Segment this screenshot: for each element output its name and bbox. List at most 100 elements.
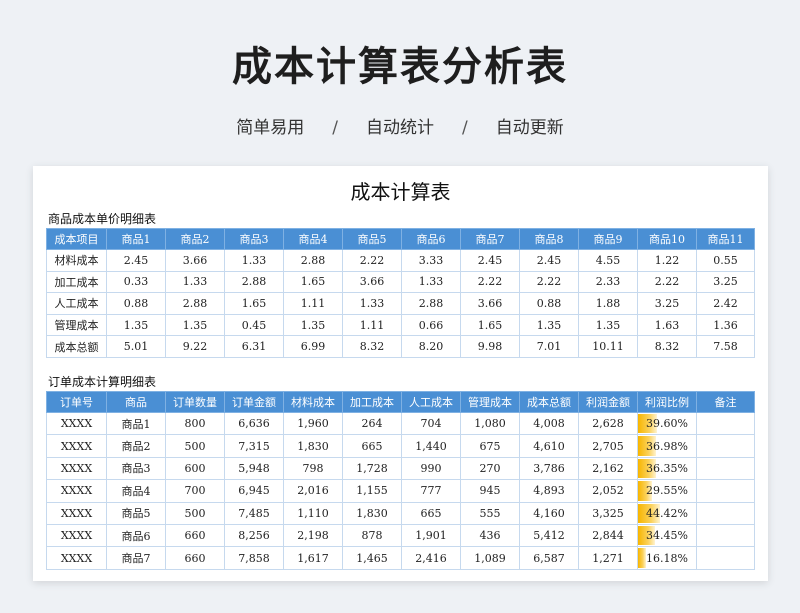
table-cell: 3.66 [342, 270, 402, 294]
table-cell: 1,617 [283, 546, 343, 570]
table-cell: 7.58 [696, 335, 755, 358]
profit-ratio-text: 39.60% [646, 417, 688, 431]
table-row: 人工成本 0.88 2.88 1.65 1.11 1.33 2.88 3.66 0.88 1.88… [46, 292, 755, 315]
row-label-cell: 材料成本 [46, 249, 107, 272]
table-cell: 商品2 [106, 434, 166, 458]
table-cell: 商品7 [106, 546, 166, 570]
page-title: 成本计算表分析表 [232, 44, 568, 90]
table-cell: 2.45 [460, 249, 520, 272]
column-header: 商品11 [696, 228, 755, 250]
table-row: XXXX 商品7 660 7,858 1,617 1,465 2,416 1,089 6,587… [46, 546, 755, 570]
row-label-cell: 加工成本 [46, 270, 107, 294]
table-cell: 800 [165, 411, 225, 436]
table-row: 管理成本 1.35 1.35 0.45 1.35 1.11 0.66 1.65 1.35 1.35… [46, 313, 755, 337]
row-label-cell: 管理成本 [46, 313, 107, 337]
table-cell: 1.35 [283, 313, 343, 337]
note-cell [696, 479, 755, 503]
table-cell: 1.35 [165, 313, 225, 337]
unit-cost-table: 成本项目 商品1 商品2 商品3 商品4 商品5 商品6 商品7 商品8 商品9 商品10 商品11 … [46, 228, 755, 358]
tag-auto-update: 自动更新 [495, 118, 564, 138]
tag-separator: / [332, 118, 338, 138]
table-row: XXXX 商品4 700 6,945 2,016 1,155 777 945 4,893 2,05… [46, 479, 755, 503]
table-cell: 1,830 [283, 434, 343, 458]
table-row: XXXX 商品1 800 6,636 1,960 264 704 1,080 4,008 2,62… [46, 411, 755, 436]
table-cell: 1,830 [342, 501, 402, 525]
table-cell: 4.55 [578, 249, 638, 272]
table-cell: 7,485 [224, 501, 284, 525]
feature-tags: 简单易用 / 自动统计 / 自动更新 [0, 113, 800, 138]
column-header: 商品 [106, 391, 166, 413]
table-cell: 2.22 [519, 270, 579, 294]
table-cell: 1,960 [283, 411, 343, 436]
table-cell: 1.88 [578, 292, 638, 315]
table-cell: 6,587 [519, 546, 579, 570]
table-cell: 3.66 [460, 292, 520, 315]
table-cell: 1.65 [460, 313, 520, 337]
column-header: 利润金额 [578, 391, 638, 413]
table-cell: XXXX [46, 456, 107, 481]
table-cell: 1.35 [578, 313, 638, 337]
table-cell: 5,948 [224, 456, 284, 481]
note-cell [696, 456, 755, 481]
table-cell: 8.32 [637, 335, 697, 358]
table-row: XXXX 商品6 660 8,256 2,198 878 1,901 436 5,412 2,84… [46, 523, 755, 548]
table-cell: 500 [165, 434, 225, 458]
column-header: 材料成本 [283, 391, 343, 413]
table-cell: XXXX [46, 501, 107, 525]
column-header: 人工成本 [401, 391, 461, 413]
table-cell: 3,325 [578, 501, 638, 525]
table-cell: 8.20 [401, 335, 461, 358]
order-header-row: 订单号 商品 订单数量 订单金额 材料成本 加工成本 人工成本 管理成本 成本总额 利润金额 利润比… [46, 391, 755, 413]
table-cell: 5.01 [106, 335, 166, 358]
table-cell: 1,110 [283, 501, 343, 525]
column-header: 商品2 [165, 228, 225, 250]
table-cell: 2.45 [106, 249, 166, 272]
table-cell: 2,198 [283, 523, 343, 548]
table-row: XXXX 商品5 500 7,485 1,110 1,830 665 555 4,160 3,32… [46, 501, 755, 525]
table-cell: 7,858 [224, 546, 284, 570]
table-cell: 1.35 [519, 313, 579, 337]
table-cell: 9.98 [460, 335, 520, 358]
table-cell: 4,893 [519, 479, 579, 503]
tag-auto-stat: 自动统计 [366, 118, 434, 138]
table-cell: 1.65 [224, 292, 284, 315]
profit-ratio-cell: 44.42% [637, 501, 697, 525]
table-row: 加工成本 0.33 1.33 2.88 1.65 3.66 1.33 2.22 2.22 2.33… [46, 270, 755, 294]
table-cell: 2.45 [519, 249, 579, 272]
table-cell: 0.33 [106, 270, 166, 294]
unit-cost-section-label: 商品成本单价明细表 [48, 212, 157, 226]
table-cell: 2,016 [283, 479, 343, 503]
column-header: 商品3 [224, 228, 284, 250]
column-header: 商品5 [342, 228, 402, 250]
table-row: XXXX 商品3 600 5,948 798 1,728 990 270 3,786 2,162 3… [46, 456, 755, 481]
table-cell: 2,416 [401, 546, 461, 570]
table-cell: 704 [401, 411, 461, 436]
table-cell: 2,705 [578, 434, 638, 458]
table-cell: 2.88 [224, 270, 284, 294]
table-cell: 436 [460, 523, 520, 548]
note-cell [696, 501, 755, 525]
table-cell: 2.22 [460, 270, 520, 294]
order-cost-table: 订单号 商品 订单数量 订单金额 材料成本 加工成本 人工成本 管理成本 成本总额 利润金额 利润比… [46, 391, 755, 570]
column-header: 商品10 [637, 228, 697, 250]
table-cell: 2.22 [637, 270, 697, 294]
table-cell: 1,080 [460, 411, 520, 436]
table-cell: 商品6 [106, 523, 166, 548]
row-label-cell: 人工成本 [46, 292, 107, 315]
table-row: 成本总额 5.01 9.22 6.31 6.99 8.32 8.20 9.98 7.01 10.1… [46, 335, 755, 358]
note-cell [696, 546, 755, 570]
table-cell: 1.33 [224, 249, 284, 272]
table-cell: 商品3 [106, 456, 166, 481]
column-header: 成本项目 [46, 228, 107, 250]
table-cell: 8,256 [224, 523, 284, 548]
spreadsheet-preview: 成本计算表 商品成本单价明细表 成本项目 商品1 商品2 商品3 商品4 商品5 商品6 商品… [33, 166, 768, 581]
tag-separator: / [462, 118, 468, 138]
column-header: 商品6 [401, 228, 461, 250]
table-cell: 4,008 [519, 411, 579, 436]
profit-ratio-text: 36.98% [646, 439, 688, 453]
table-cell: 商品4 [106, 479, 166, 503]
table-cell: 0.88 [519, 292, 579, 315]
table-cell: 3.66 [165, 249, 225, 272]
column-header: 商品1 [106, 228, 166, 250]
column-header: 订单数量 [165, 391, 225, 413]
